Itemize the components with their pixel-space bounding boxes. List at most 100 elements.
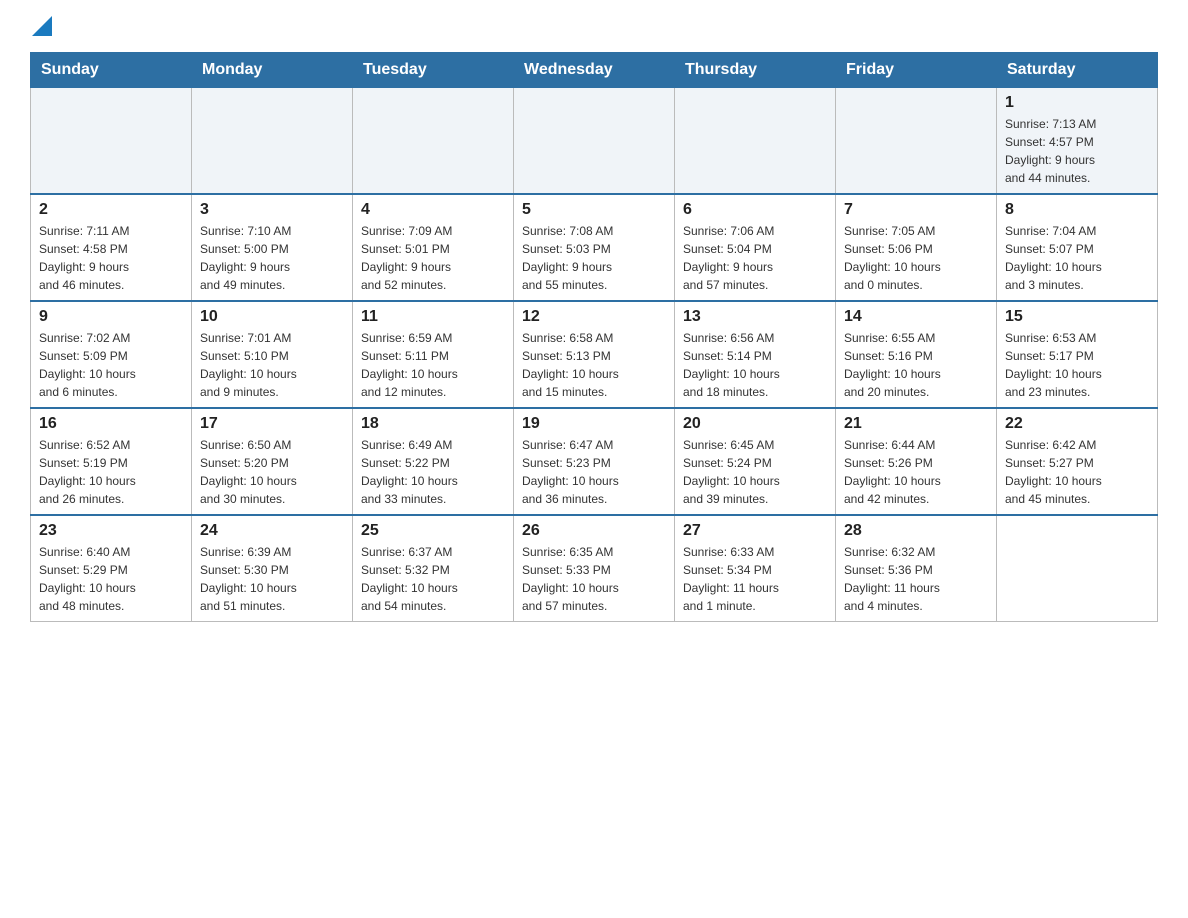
day-info: Sunrise: 6:39 AM Sunset: 5:30 PM Dayligh…	[200, 543, 344, 615]
day-info: Sunrise: 6:37 AM Sunset: 5:32 PM Dayligh…	[361, 543, 505, 615]
day-info: Sunrise: 6:40 AM Sunset: 5:29 PM Dayligh…	[39, 543, 183, 615]
calendar-cell: 25 Sunrise: 6:37 AM Sunset: 5:32 PM Dayli…	[353, 515, 514, 622]
day-info: Sunrise: 6:59 AM Sunset: 5:11 PM Dayligh…	[361, 329, 505, 401]
day-info: Sunrise: 6:52 AM Sunset: 5:19 PM Dayligh…	[39, 436, 183, 508]
calendar-cell	[675, 88, 836, 195]
day-info: Sunrise: 7:01 AM Sunset: 5:10 PM Dayligh…	[200, 329, 344, 401]
day-number: 16	[39, 415, 183, 433]
calendar-cell	[514, 88, 675, 195]
day-info: Sunrise: 7:02 AM Sunset: 5:09 PM Dayligh…	[39, 329, 183, 401]
day-info: Sunrise: 7:10 AM Sunset: 5:00 PM Dayligh…	[200, 222, 344, 294]
day-header-monday: Monday	[192, 53, 353, 88]
day-info: Sunrise: 6:45 AM Sunset: 5:24 PM Dayligh…	[683, 436, 827, 508]
calendar-cell	[192, 88, 353, 195]
calendar-cell: 4 Sunrise: 7:09 AM Sunset: 5:01 PM Daylig…	[353, 194, 514, 301]
day-info: Sunrise: 6:42 AM Sunset: 5:27 PM Dayligh…	[1005, 436, 1149, 508]
calendar-cell: 10 Sunrise: 7:01 AM Sunset: 5:10 PM Dayli…	[192, 301, 353, 408]
calendar-cell: 9 Sunrise: 7:02 AM Sunset: 5:09 PM Daylig…	[31, 301, 192, 408]
calendar-week-row: 1 Sunrise: 7:13 AM Sunset: 4:57 PM Daylig…	[31, 88, 1158, 195]
calendar-cell: 3 Sunrise: 7:10 AM Sunset: 5:00 PM Daylig…	[192, 194, 353, 301]
calendar-cell: 18Sunrise: 6:49 AM Sunset: 5:22 PM Dayli…	[353, 408, 514, 515]
calendar-cell: 7 Sunrise: 7:05 AM Sunset: 5:06 PM Daylig…	[836, 194, 997, 301]
day-header-wednesday: Wednesday	[514, 53, 675, 88]
calendar-table: SundayMondayTuesdayWednesdayThursdayFrid…	[30, 52, 1158, 622]
day-number: 10	[200, 308, 344, 326]
day-info: Sunrise: 6:44 AM Sunset: 5:26 PM Dayligh…	[844, 436, 988, 508]
day-header-tuesday: Tuesday	[353, 53, 514, 88]
calendar-cell	[836, 88, 997, 195]
calendar-cell: 23Sunrise: 6:40 AM Sunset: 5:29 PM Dayli…	[31, 515, 192, 622]
day-info: Sunrise: 7:09 AM Sunset: 5:01 PM Dayligh…	[361, 222, 505, 294]
calendar-cell: 17 Sunrise: 6:50 AM Sunset: 5:20 PM Dayli…	[192, 408, 353, 515]
day-number: 27	[683, 522, 827, 540]
day-info: Sunrise: 6:47 AM Sunset: 5:23 PM Dayligh…	[522, 436, 666, 508]
day-number: 20	[683, 415, 827, 433]
calendar-cell: 24 Sunrise: 6:39 AM Sunset: 5:30 PM Dayli…	[192, 515, 353, 622]
calendar-cell: 22 Sunrise: 6:42 AM Sunset: 5:27 PM Dayli…	[997, 408, 1158, 515]
calendar-cell	[353, 88, 514, 195]
calendar-cell: 8Sunrise: 7:04 AM Sunset: 5:07 PM Daylig…	[997, 194, 1158, 301]
day-info: Sunrise: 6:58 AM Sunset: 5:13 PM Dayligh…	[522, 329, 666, 401]
day-header-thursday: Thursday	[675, 53, 836, 88]
day-number: 22	[1005, 415, 1149, 433]
calendar-cell: 20 Sunrise: 6:45 AM Sunset: 5:24 PM Dayli…	[675, 408, 836, 515]
calendar-cell: 28 Sunrise: 6:32 AM Sunset: 5:36 PM Dayli…	[836, 515, 997, 622]
calendar-cell: 19 Sunrise: 6:47 AM Sunset: 5:23 PM Dayli…	[514, 408, 675, 515]
day-number: 11	[361, 308, 505, 326]
day-info: Sunrise: 6:33 AM Sunset: 5:34 PM Dayligh…	[683, 543, 827, 615]
day-info: Sunrise: 7:05 AM Sunset: 5:06 PM Dayligh…	[844, 222, 988, 294]
day-number: 7	[844, 201, 988, 219]
day-number: 13	[683, 308, 827, 326]
day-number: 24	[200, 522, 344, 540]
day-number: 28	[844, 522, 988, 540]
day-number: 5	[522, 201, 666, 219]
day-info: Sunrise: 7:08 AM Sunset: 5:03 PM Dayligh…	[522, 222, 666, 294]
day-info: Sunrise: 6:35 AM Sunset: 5:33 PM Dayligh…	[522, 543, 666, 615]
day-number: 3	[200, 201, 344, 219]
day-info: Sunrise: 6:32 AM Sunset: 5:36 PM Dayligh…	[844, 543, 988, 615]
calendar-cell	[997, 515, 1158, 622]
calendar-header-row: SundayMondayTuesdayWednesdayThursdayFrid…	[31, 53, 1158, 88]
calendar-cell: 5 Sunrise: 7:08 AM Sunset: 5:03 PM Daylig…	[514, 194, 675, 301]
day-number: 9	[39, 308, 183, 326]
calendar-cell	[31, 88, 192, 195]
day-header-friday: Friday	[836, 53, 997, 88]
day-info: Sunrise: 7:04 AM Sunset: 5:07 PM Dayligh…	[1005, 222, 1149, 294]
day-header-sunday: Sunday	[31, 53, 192, 88]
calendar-cell: 13 Sunrise: 6:56 AM Sunset: 5:14 PM Dayli…	[675, 301, 836, 408]
logo	[30, 20, 52, 36]
day-number: 25	[361, 522, 505, 540]
logo-arrow-icon	[32, 16, 52, 36]
day-number: 21	[844, 415, 988, 433]
day-number: 15	[1005, 308, 1149, 326]
day-number: 19	[522, 415, 666, 433]
calendar-cell: 27 Sunrise: 6:33 AM Sunset: 5:34 PM Dayli…	[675, 515, 836, 622]
day-number: 17	[200, 415, 344, 433]
calendar-week-row: 9 Sunrise: 7:02 AM Sunset: 5:09 PM Daylig…	[31, 301, 1158, 408]
day-info: Sunrise: 6:55 AM Sunset: 5:16 PM Dayligh…	[844, 329, 988, 401]
day-info: Sunrise: 6:50 AM Sunset: 5:20 PM Dayligh…	[200, 436, 344, 508]
day-info: Sunrise: 6:53 AM Sunset: 5:17 PM Dayligh…	[1005, 329, 1149, 401]
calendar-cell: 2Sunrise: 7:11 AM Sunset: 4:58 PM Daylig…	[31, 194, 192, 301]
day-number: 18	[361, 415, 505, 433]
day-header-saturday: Saturday	[997, 53, 1158, 88]
day-info: Sunrise: 6:56 AM Sunset: 5:14 PM Dayligh…	[683, 329, 827, 401]
day-number: 26	[522, 522, 666, 540]
calendar-cell: 14 Sunrise: 6:55 AM Sunset: 5:16 PM Dayli…	[836, 301, 997, 408]
day-number: 4	[361, 201, 505, 219]
day-number: 14	[844, 308, 988, 326]
calendar-cell: 16 Sunrise: 6:52 AM Sunset: 5:19 PM Dayli…	[31, 408, 192, 515]
calendar-cell: 15 Sunrise: 6:53 AM Sunset: 5:17 PM Dayli…	[997, 301, 1158, 408]
calendar-cell: 21 Sunrise: 6:44 AM Sunset: 5:26 PM Dayli…	[836, 408, 997, 515]
page-header	[30, 20, 1158, 36]
day-info: Sunrise: 7:11 AM Sunset: 4:58 PM Dayligh…	[39, 222, 183, 294]
calendar-week-row: 2Sunrise: 7:11 AM Sunset: 4:58 PM Daylig…	[31, 194, 1158, 301]
calendar-week-row: 16 Sunrise: 6:52 AM Sunset: 5:19 PM Dayli…	[31, 408, 1158, 515]
calendar-cell: 6Sunrise: 7:06 AM Sunset: 5:04 PM Daylig…	[675, 194, 836, 301]
day-number: 12	[522, 308, 666, 326]
calendar-cell: 1 Sunrise: 7:13 AM Sunset: 4:57 PM Daylig…	[997, 88, 1158, 195]
day-number: 1	[1005, 94, 1149, 112]
calendar-week-row: 23Sunrise: 6:40 AM Sunset: 5:29 PM Dayli…	[31, 515, 1158, 622]
calendar-cell: 26 Sunrise: 6:35 AM Sunset: 5:33 PM Dayli…	[514, 515, 675, 622]
day-info: Sunrise: 7:13 AM Sunset: 4:57 PM Dayligh…	[1005, 115, 1149, 187]
